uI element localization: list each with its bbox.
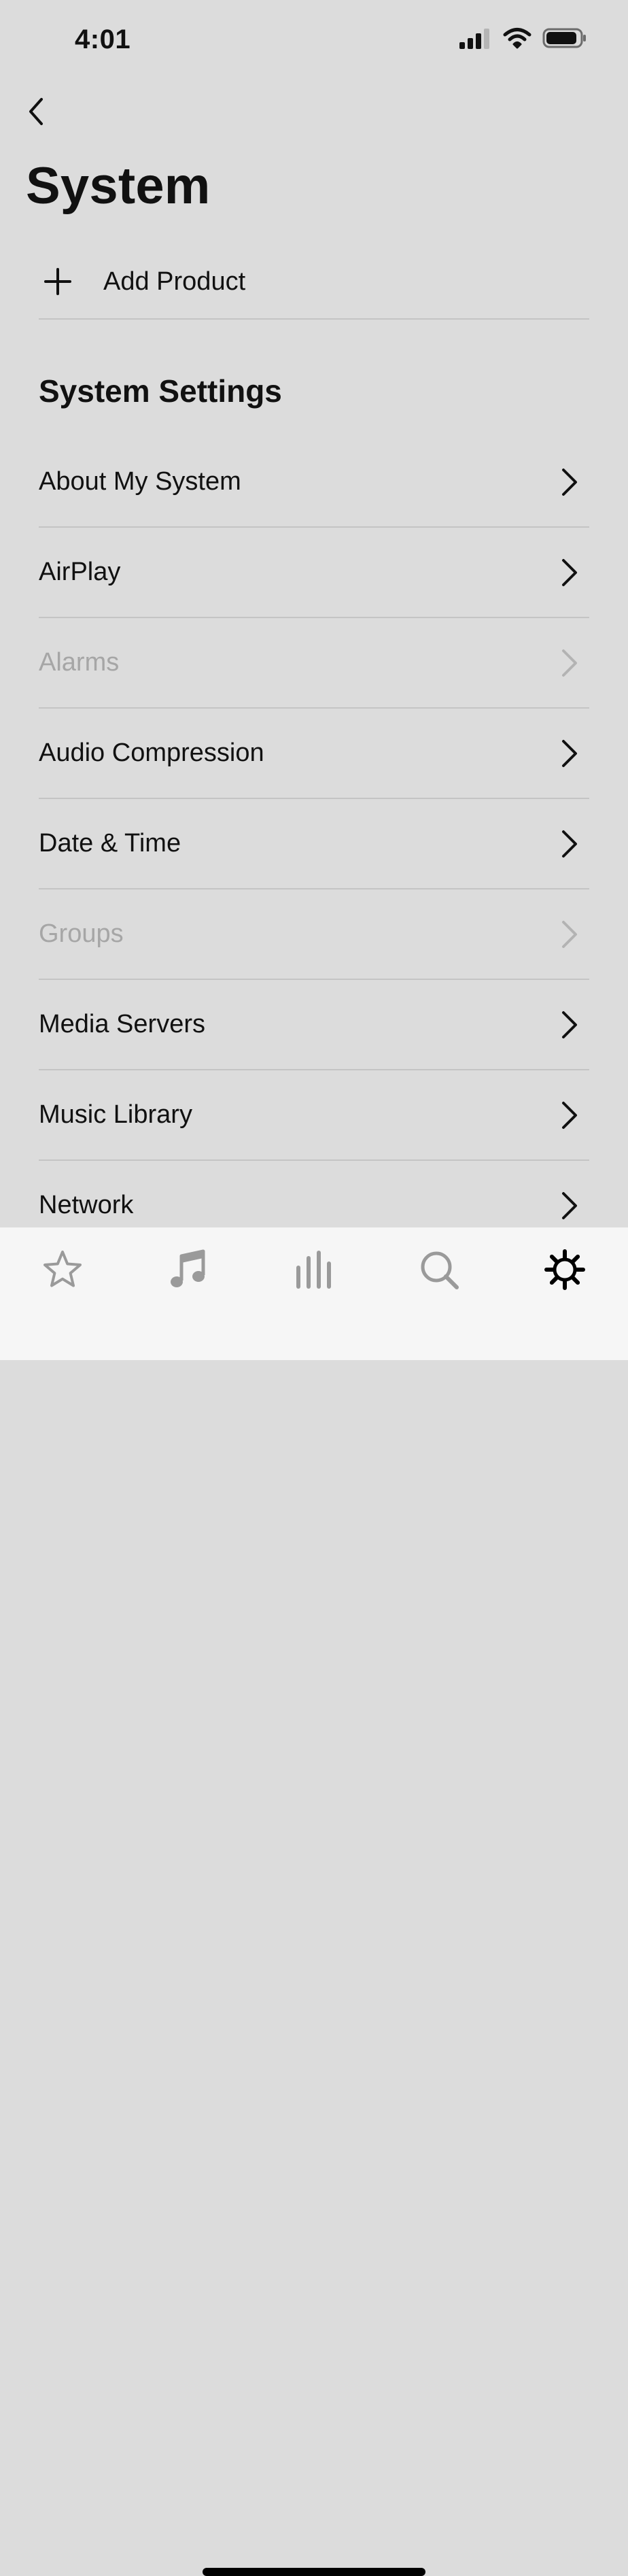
chevron-right-icon <box>562 920 577 948</box>
cellular-signal-icon <box>459 29 489 49</box>
status-time: 4:01 <box>75 24 131 54</box>
add-product-button[interactable]: Add Product <box>39 245 589 320</box>
search-icon <box>421 1251 459 1289</box>
status-icons <box>459 27 587 49</box>
chevron-right-icon <box>562 739 577 767</box>
settings-item-label: About My System <box>39 467 241 496</box>
settings-item-groups: Groups <box>39 889 589 980</box>
settings-item-airplay[interactable]: AirPlay <box>39 528 589 618</box>
star-icon <box>43 1251 82 1287</box>
tab-bar <box>0 1227 628 2576</box>
page-title: System <box>26 157 211 215</box>
plus-icon <box>39 262 77 301</box>
chevron-right-icon <box>562 468 577 496</box>
music-note-icon <box>171 1249 205 1287</box>
chevron-right-icon <box>562 1011 577 1038</box>
tab-music[interactable] <box>161 1242 215 1297</box>
tab-settings[interactable] <box>538 1242 592 1297</box>
chevron-right-icon <box>562 649 577 677</box>
add-product-label: Add Product <box>103 267 246 296</box>
settings-item-label: Media Servers <box>39 1010 205 1038</box>
rooms-bars-icon <box>296 1251 331 1289</box>
settings-item-audio-compression[interactable]: Audio Compression <box>39 709 589 799</box>
settings-list: About My System AirPlay Alarms Audio Com… <box>39 437 589 1251</box>
settings-item-label: Audio Compression <box>39 739 264 767</box>
chevron-left-icon <box>29 98 43 125</box>
home-indicator <box>203 2568 425 2576</box>
settings-item-media-servers[interactable]: Media Servers <box>39 980 589 1070</box>
settings-item-label: Network <box>39 1191 134 1219</box>
chevron-right-icon <box>562 1191 577 1219</box>
settings-item-music-library[interactable]: Music Library <box>39 1070 589 1161</box>
tab-favorites[interactable] <box>35 1242 90 1297</box>
settings-item-label: Groups <box>39 919 124 948</box>
chevron-right-icon <box>562 558 577 586</box>
wifi-icon <box>503 28 531 49</box>
settings-item-label: AirPlay <box>39 558 121 586</box>
status-bar: 4:01 <box>0 0 628 82</box>
settings-item-label: Music Library <box>39 1100 192 1129</box>
settings-item-alarms: Alarms <box>39 618 589 709</box>
settings-item-label: Date & Time <box>39 829 181 858</box>
tab-search[interactable] <box>412 1242 466 1297</box>
section-title: System Settings <box>39 373 282 409</box>
gear-icon <box>544 1249 585 1290</box>
settings-item-date-time[interactable]: Date & Time <box>39 799 589 889</box>
settings-item-label: Alarms <box>39 648 120 677</box>
back-button[interactable] <box>18 91 56 132</box>
settings-item-about-my-system[interactable]: About My System <box>39 437 589 528</box>
chevron-right-icon <box>562 830 577 858</box>
tab-rooms[interactable] <box>287 1242 341 1297</box>
battery-icon <box>542 28 586 48</box>
chevron-right-icon <box>562 1101 577 1129</box>
